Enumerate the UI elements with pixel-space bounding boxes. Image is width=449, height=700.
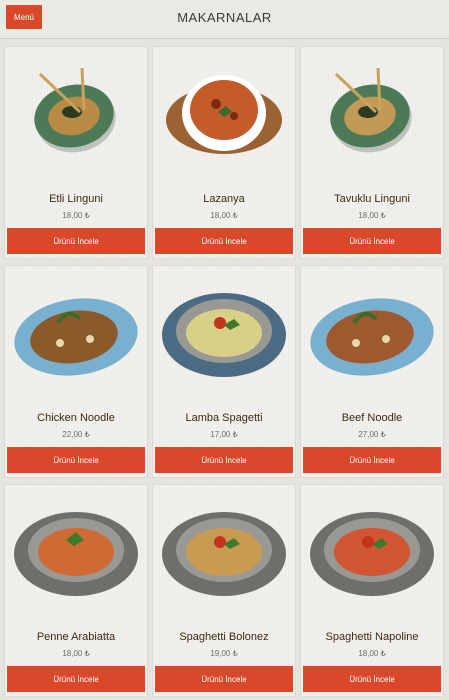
spaghetti-bowl-icon (310, 512, 434, 596)
product-name: Etli Linguni (49, 193, 103, 205)
pasta-plate-with-chopsticks-icon (330, 67, 412, 153)
product-price: 17,00 ₺ (210, 430, 238, 439)
noodle-plate-icon (14, 298, 138, 376)
noodle-plate-icon (310, 298, 434, 376)
product-card[interactable]: Lazanya 18,00 ₺ Ürünü İncele (152, 46, 296, 259)
product-price: 18,00 ₺ (210, 211, 238, 220)
product-card[interactable]: Chicken Noodle 22,00 ₺ Ürünü İncele (4, 265, 148, 478)
product-price: 18,00 ₺ (62, 649, 90, 658)
product-image[interactable] (153, 266, 295, 398)
view-product-button[interactable]: Ürünü İncele (7, 447, 145, 473)
view-product-button[interactable]: Ürünü İncele (7, 228, 145, 254)
product-grid: Etli Linguni 18,00 ₺ Ürünü İncele Lazany… (4, 46, 445, 697)
product-image[interactable] (5, 47, 147, 179)
top-bar: Menü MAKARNALAR (0, 0, 449, 39)
product-name: Beef Noodle (341, 412, 403, 424)
product-name: Tavuklu Linguni (334, 193, 410, 205)
product-price: 18,00 ₺ (62, 211, 90, 220)
product-name: Lazanya (203, 193, 245, 205)
view-product-button[interactable]: Ürünü İncele (155, 447, 293, 473)
view-product-button[interactable]: Ürünü İncele (303, 666, 441, 692)
product-image[interactable] (301, 266, 443, 398)
spaghetti-plate-icon (162, 293, 286, 377)
product-image[interactable] (153, 47, 295, 179)
view-product-button[interactable]: Ürünü İncele (303, 228, 441, 254)
view-product-button[interactable]: Ürünü İncele (7, 666, 145, 692)
penne-bowl-icon (14, 512, 138, 596)
view-product-button[interactable]: Ürünü İncele (303, 447, 441, 473)
product-card[interactable]: Etli Linguni 18,00 ₺ Ürünü İncele (4, 46, 148, 259)
product-image[interactable] (301, 485, 443, 617)
lasagna-dish-icon (166, 75, 282, 154)
view-product-button[interactable]: Ürünü İncele (155, 666, 293, 692)
product-name: Chicken Noodle (37, 412, 115, 424)
product-card[interactable]: Spaghetti Napoline 18,00 ₺ Ürünü İncele (300, 484, 444, 697)
product-card[interactable]: Lamba Spagetti 17,00 ₺ Ürünü İncele (152, 265, 296, 478)
product-card[interactable]: Spaghetti Bolonez 19,00 ₺ Ürünü İncele (152, 484, 296, 697)
product-name: Spaghetti Bolonez (179, 631, 269, 643)
product-image[interactable] (153, 485, 295, 617)
product-price: 27,00 ₺ (358, 430, 386, 439)
product-image[interactable] (5, 266, 147, 398)
product-price: 22,00 ₺ (62, 430, 90, 439)
pasta-plate-with-chopsticks-icon (34, 67, 116, 153)
product-price: 18,00 ₺ (358, 211, 386, 220)
product-price: 18,00 ₺ (358, 649, 386, 658)
view-product-button[interactable]: Ürünü İncele (155, 228, 293, 254)
product-image[interactable] (301, 47, 443, 179)
product-name: Lamba Spagetti (185, 412, 263, 424)
product-name: Spaghetti Napoline (325, 631, 419, 643)
product-card[interactable]: Tavuklu Linguni 18,00 ₺ Ürünü İncele (300, 46, 444, 259)
product-card[interactable]: Penne Arabiatta 18,00 ₺ Ürünü İncele (4, 484, 148, 697)
product-image[interactable] (5, 485, 147, 617)
page-title: MAKARNALAR (177, 10, 272, 25)
product-price: 19,00 ₺ (210, 649, 238, 658)
spaghetti-bowl-icon (162, 512, 286, 596)
product-name: Penne Arabiatta (36, 631, 116, 643)
product-card[interactable]: Beef Noodle 27,00 ₺ Ürünü İncele (300, 265, 444, 478)
